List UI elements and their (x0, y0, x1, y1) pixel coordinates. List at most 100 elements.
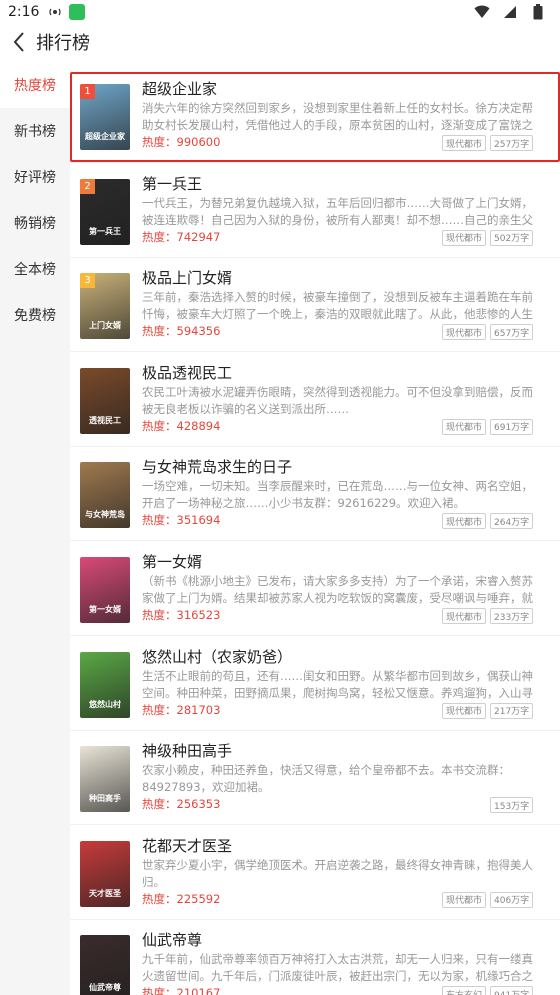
top-app-bar: 排行榜 (0, 24, 560, 60)
book-list-item[interactable]: 种田高手 神级种田高手农家小赖皮，种田还养鱼，快活又得意，给个皇帝都不去。本书交流… (70, 734, 560, 826)
cover-title-art: 第一女婿 (89, 605, 121, 614)
word-count-tag: 217万字 (490, 702, 534, 719)
book-list-item[interactable]: 悠然山村 悠然山村（农家奶爸） 生活不止眼前的苟且，还有……闺女和田野。从繁华都市回… (70, 640, 560, 731)
book-cover-image[interactable]: 上门女婿 3 (80, 273, 130, 340)
tab-bestseller[interactable]: 畅销榜 (0, 200, 70, 246)
word-count-tag: 691万字 (490, 418, 534, 435)
book-title: 花都天才医圣 (142, 836, 233, 855)
book-list-item[interactable]: 上门女婿 3 极品上门女婿三年前，秦浩选择入赘的时候，被豪车撞倒了，没想到反被车主逼… (70, 261, 560, 353)
cover-title-art: 种田高手 (89, 794, 121, 804)
book-description: 九千年前，仙武帝尊率领百万神将打入太古洪荒，却无一人归来，只有一缕真火遗留世间。… (142, 952, 533, 984)
book-description: 一场空难，一切未知。当李辰醒来时，已在荒岛……与一位女神、两名空姐，开启了一场神… (142, 479, 533, 511)
status-bar: 2:16 (0, 0, 560, 24)
category-tag: 现代都市 (442, 891, 487, 908)
battery-icon (530, 4, 546, 20)
book-cover-image[interactable]: 仙武帝尊 (80, 935, 130, 995)
divider (70, 729, 560, 731)
cover-title-art: 悠然山村 (89, 699, 121, 709)
category-tag: 现代都市 (442, 418, 487, 435)
cover-title-art: 上门女婿 (89, 321, 121, 331)
cover-title-art: 与女神荒岛 (85, 510, 125, 520)
wifi-icon (474, 4, 490, 20)
back-button[interactable] (6, 26, 32, 58)
rank-badge: 1 (80, 84, 95, 99)
book-title: 极品透视民工 (142, 363, 233, 382)
book-description: 三年前，秦浩选择入赘的时候，被豪车撞倒了，没想到反被车主逼着跪在车前忏悔，被豪车… (142, 290, 533, 322)
book-cover-image[interactable]: 与女神荒岛 (80, 462, 130, 529)
divider (70, 540, 560, 542)
divider (70, 162, 560, 163)
word-count-tag: 941万字 (490, 986, 534, 995)
category-tag: 现代都市 (442, 702, 487, 719)
cover-title-art: 超级企业家 (85, 132, 125, 141)
category-tag: 现代都市 (442, 513, 487, 530)
signal-icon (502, 4, 518, 20)
book-list-item[interactable]: 天才医圣 花都天才医圣世家弃少夏小宇，偶学绝顶医术。开启逆袭之路，最终得女神青睐，… (70, 829, 560, 920)
tab-rating[interactable]: 好评榜 (0, 154, 70, 200)
word-count-tag: 153万字 (490, 797, 534, 814)
tab-hot[interactable]: 热度榜 (0, 62, 70, 108)
heat-score: 热度：316523 (142, 608, 221, 622)
heat-score: 热度：210167 (142, 986, 221, 995)
heat-score: 热度：351694 (142, 513, 221, 528)
heat-score: 热度：256353 (142, 797, 221, 812)
category-tag: 现代都市 (442, 608, 487, 624)
divider (70, 256, 560, 258)
cover-title-art: 天才医圣 (89, 888, 121, 898)
book-title: 极品上门女婿 (142, 269, 233, 288)
category-tag: 现代都市 (442, 229, 487, 246)
divider (70, 918, 560, 920)
book-list-item[interactable]: 仙武帝尊 仙武帝尊 九千年前，仙武帝尊率领百万神将打入太古洪荒，却无一人归来，只有一… (70, 923, 560, 995)
book-cover-image[interactable]: 第一兵王 2 (80, 178, 130, 245)
book-description: 农民工叶涛被水泥罐弄伤眼睛，突然得到透视能力。可不但没拿到赔偿，反而被无良老板以… (142, 384, 533, 416)
book-title: 超级企业家 (142, 80, 218, 98)
book-title: 第一女婿 (142, 553, 203, 571)
tab-complete[interactable]: 全本榜 (0, 246, 70, 292)
book-description: 世家弃少夏小宇，偶学绝顶医术。开启逆袭之路，最终得女神青睐，抱得美人归。 (142, 857, 533, 889)
book-description: （新书《桃源小地主》已发布，请大家多多支持）为了一个承诺，宋睿入赘苏家做了上门为… (142, 574, 533, 605)
book-ranking-list: 超级企业家 1 超级企业家 消失六年的徐方突然回到家乡，没想到家里住着新上任的女村长。… (70, 62, 560, 995)
book-cover-image[interactable]: 种田高手 (80, 746, 130, 813)
word-count-tag: 233万字 (490, 608, 534, 624)
heat-score: 热度：225592 (142, 891, 221, 906)
word-count-tag: 502万字 (490, 229, 534, 246)
status-time: 2:16 (8, 4, 40, 20)
word-count-tag: 257万字 (490, 135, 534, 151)
book-title: 第一兵王 (142, 174, 203, 193)
book-list-item[interactable]: 超级企业家 1 超级企业家 消失六年的徐方突然回到家乡，没想到家里住着新上任的女村长。… (70, 72, 560, 163)
category-tag: 现代都市 (442, 324, 487, 341)
hotspot-icon (47, 4, 63, 20)
tab-free[interactable]: 免费榜 (0, 292, 70, 338)
category-tag: 东方玄幻 (442, 986, 487, 995)
book-title: 仙武帝尊 (142, 931, 203, 950)
heat-score: 热度：742947 (142, 229, 221, 244)
app-notification-icon (69, 4, 86, 20)
book-cover-image[interactable]: 悠然山村 (80, 651, 130, 718)
book-description: 农家小赖皮，种田还养鱼，快活又得意，给个皇帝都不去。本书交流群：84927893… (142, 763, 510, 795)
book-cover-image[interactable]: 超级企业家 1 (80, 84, 130, 150)
divider (70, 635, 560, 636)
book-title: 悠然山村（农家奶爸） (142, 647, 293, 666)
tab-new[interactable]: 新书榜 (0, 108, 70, 154)
cover-title-art: 仙武帝尊 (89, 983, 121, 993)
book-cover-image[interactable]: 透视民工 (80, 367, 130, 434)
book-description: 消失六年的徐方突然回到家乡，没想到家里住着新上任的女村长。徐方决定帮助女村长发展… (142, 101, 533, 132)
book-list-item[interactable]: 第一女婿 第一女婿 （新书《桃源小地主》已发布，请大家多多支持）为了一个承诺，宋睿入… (70, 545, 560, 636)
book-list-item[interactable]: 透视民工 极品透视民工农民工叶涛被水泥罐弄伤眼睛，突然得到透视能力。可不但没拿到赔… (70, 356, 560, 447)
heat-score: 热度：594356 (142, 324, 221, 339)
book-cover-image[interactable]: 天才医圣 (80, 840, 130, 907)
rank-badge: 2 (80, 178, 95, 194)
book-list-item[interactable]: 第一兵王 2 第一兵王一代兵王，为替兄弟复仇越境入狱，五年后回归都市……大哥做了上门… (70, 167, 560, 258)
divider (70, 351, 560, 353)
book-cover-image[interactable]: 第一女婿 (80, 557, 130, 623)
rank-badge: 3 (80, 273, 95, 289)
book-description: 一代兵王，为替兄弟复仇越境入狱，五年后回归都市……大哥做了上门女婿，被连连欺辱！… (142, 195, 533, 227)
book-description: 生活不止眼前的苟且，还有……闺女和田野。从繁华都市回到故乡，偶获山神空间。种田种… (142, 668, 533, 700)
heat-score: 热度：428894 (142, 418, 221, 433)
book-title: 与女神荒岛求生的日子 (142, 458, 293, 477)
category-sidebar: 热度榜 新书榜 好评榜 畅销榜 全本榜 免费榜 (0, 62, 70, 995)
word-count-tag: 657万字 (490, 324, 534, 341)
book-title: 神级种田高手 (142, 742, 233, 761)
book-list-item[interactable]: 与女神荒岛 与女神荒岛求生的日子一场空难，一切未知。当李辰醒来时，已在荒岛……与一… (70, 450, 560, 542)
divider (70, 445, 560, 447)
